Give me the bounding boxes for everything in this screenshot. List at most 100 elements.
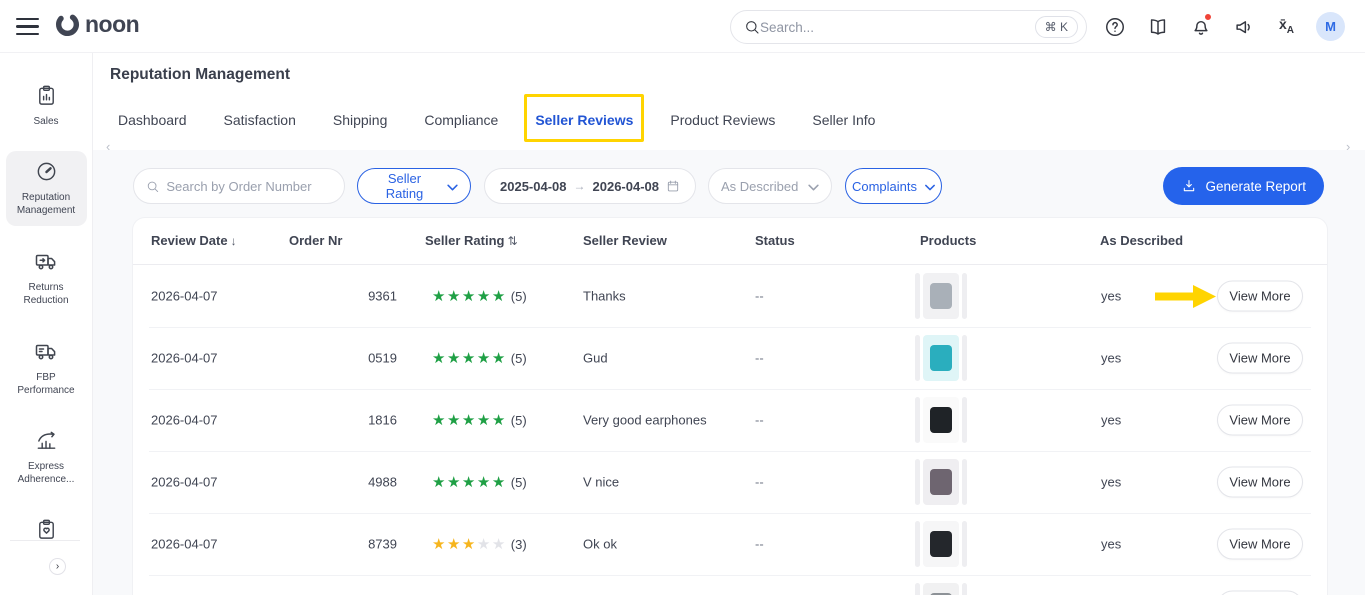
- carousel-next-sliver: [962, 335, 967, 381]
- product-thumbnail[interactable]: [915, 273, 967, 319]
- notifications-bell-icon[interactable]: [1185, 11, 1216, 42]
- complaints-filter[interactable]: Complaints: [845, 168, 942, 204]
- seller-review-cell: V nice: [583, 475, 619, 490]
- product-thumbnail[interactable]: [915, 335, 967, 381]
- country-switcher-uae-flag[interactable]: ›: [26, 550, 60, 584]
- seller-rating-filter[interactable]: Seller Rating: [357, 168, 471, 204]
- keyboard-shortcut-badge: ⌘ K: [1035, 16, 1078, 38]
- date-range-filter[interactable]: 2025-04-08 → 2026-04-08: [484, 168, 696, 204]
- topbar: noon ⌘ K x̄A M: [0, 0, 1365, 53]
- sidebar-item-reputation-management[interactable]: Reputation Management: [6, 151, 87, 226]
- rating-value: (5): [511, 413, 527, 428]
- order-nr-cell: 9361: [289, 289, 397, 304]
- tab-shipping[interactable]: Shipping: [333, 108, 388, 132]
- view-more-button[interactable]: View More: [1217, 343, 1303, 374]
- product-image: [923, 273, 959, 319]
- tab-seller-reviews[interactable]: Seller Reviews: [535, 108, 633, 132]
- col-products: Products: [920, 233, 976, 248]
- logo-text: noon: [85, 11, 139, 38]
- view-more-button[interactable]: View More: [1217, 405, 1303, 436]
- carousel-prev-sliver: [915, 335, 920, 381]
- product-image: [923, 459, 959, 505]
- search-icon: [744, 19, 760, 35]
- tab-product-reviews[interactable]: Product Reviews: [670, 108, 775, 132]
- sidebar-item-label: Express Adherence...: [8, 460, 85, 487]
- help-icon[interactable]: [1099, 11, 1130, 42]
- tab-dashboard[interactable]: Dashboard: [118, 108, 187, 132]
- page-title: Reputation Management: [110, 66, 290, 84]
- seller-rating-cell: ★★★★★(5): [432, 349, 527, 367]
- generate-report-button[interactable]: Generate Report: [1163, 167, 1324, 205]
- tab-satisfaction[interactable]: Satisfaction: [224, 108, 296, 132]
- reviews-table: Review Date↓ Order Nr Seller Rating⇅ Sel…: [133, 218, 1327, 595]
- tabs-scroll-left-icon[interactable]: ‹: [106, 139, 110, 154]
- docs-book-icon[interactable]: [1142, 11, 1173, 42]
- view-more-button[interactable]: View More: [1217, 591, 1303, 595]
- order-search-field[interactable]: [133, 168, 345, 204]
- hamburger-menu-icon[interactable]: [16, 18, 39, 35]
- view-more-button[interactable]: View More: [1217, 281, 1303, 312]
- app-window: noon ⌘ K x̄A M Sales Reputation Managemen…: [0, 0, 1365, 595]
- noon-logo: noon: [54, 11, 139, 38]
- as-described-filter[interactable]: As Described: [708, 168, 832, 204]
- sidebar-item-express-adherence[interactable]: Express Adherence...: [6, 420, 87, 495]
- translate-language-icon[interactable]: x̄A: [1271, 11, 1302, 42]
- sidebar-item-sales[interactable]: Sales: [6, 75, 87, 137]
- seller-review-cell: Gud: [583, 351, 608, 366]
- sidebar-item-fbp-performance[interactable]: FBP Performance: [6, 330, 87, 406]
- carousel-next-sliver: [962, 583, 967, 595]
- product-thumbnail[interactable]: [915, 583, 967, 595]
- seller-review-cell: Very good earphones: [583, 413, 707, 428]
- carousel-prev-sliver: [915, 459, 920, 505]
- tabs-scroll-right-icon[interactable]: ›: [1346, 139, 1350, 154]
- table-row: 2026-04-074988★★★★★(5)V nice--yesView Mo…: [133, 451, 1327, 513]
- product-thumbnail[interactable]: [915, 459, 967, 505]
- table-row: 2026-04-071816★★★★★(5)Very good earphone…: [133, 389, 1327, 451]
- seller-rating-cell: ★★★★★(5): [432, 287, 527, 305]
- product-image: [923, 335, 959, 381]
- status-cell: --: [755, 475, 764, 490]
- sidebar-nav: Sales Reputation Management Returns Reduct…: [0, 53, 92, 540]
- sidebar-item-label: Sales: [33, 115, 58, 129]
- col-order-nr: Order Nr: [289, 233, 342, 248]
- as-described-cell: yes: [1101, 351, 1121, 366]
- seller-rating-cell: ★★★★★(5): [432, 473, 527, 491]
- date-range-arrow-icon: →: [574, 179, 586, 193]
- order-search-input[interactable]: [166, 179, 332, 194]
- reviews-table-body: 2026-04-079361★★★★★(5)Thanks--yesView Mo…: [133, 265, 1327, 595]
- col-review-date[interactable]: Review Date↓: [151, 233, 237, 248]
- as-described-filter-label: As Described: [721, 179, 798, 194]
- sidebar-divider: [10, 540, 80, 541]
- sidebar-item-inventory[interactable]: Inventory: [6, 509, 87, 541]
- seller-review-cell: Ok ok: [583, 537, 617, 552]
- chevron-down-icon: [447, 179, 458, 194]
- product-thumbnail[interactable]: [915, 521, 967, 567]
- rating-value: (5): [511, 351, 527, 366]
- view-more-button[interactable]: View More: [1217, 529, 1303, 560]
- sidebar-item-returns-reduction[interactable]: Returns Reduction: [6, 240, 87, 316]
- as-described-cell: yes: [1101, 289, 1121, 304]
- tab-compliance[interactable]: Compliance: [424, 108, 498, 132]
- product-image: [923, 583, 959, 595]
- user-avatar[interactable]: M: [1316, 12, 1345, 41]
- carousel-prev-sliver: [915, 397, 920, 443]
- rating-value: (5): [511, 289, 527, 304]
- product-thumbnail[interactable]: [915, 397, 967, 443]
- table-row: 2026-04-079361★★★★★(5)Thanks--yesView Mo…: [133, 265, 1327, 327]
- search-icon: [146, 179, 159, 194]
- announcements-megaphone-icon[interactable]: [1228, 11, 1259, 42]
- order-nr-cell: 1816: [289, 413, 397, 428]
- calendar-icon: [666, 179, 680, 193]
- review-date-cell: 2026-04-07: [151, 537, 218, 552]
- global-search[interactable]: ⌘ K: [730, 10, 1087, 44]
- view-more-button[interactable]: View More: [1217, 467, 1303, 498]
- tab-seller-info[interactable]: Seller Info: [812, 108, 875, 132]
- col-seller-rating[interactable]: Seller Rating⇅: [425, 233, 518, 248]
- table-row: 2026-04-078739★★★★★(3)Ok ok--yesView Mor…: [133, 513, 1327, 575]
- global-search-input[interactable]: [760, 20, 1035, 35]
- status-cell: --: [755, 413, 764, 428]
- product-image: [923, 521, 959, 567]
- carousel-prev-sliver: [915, 273, 920, 319]
- table-row: View More: [133, 575, 1327, 595]
- page-header: Reputation Management Dashboard Satisfact…: [93, 53, 1365, 150]
